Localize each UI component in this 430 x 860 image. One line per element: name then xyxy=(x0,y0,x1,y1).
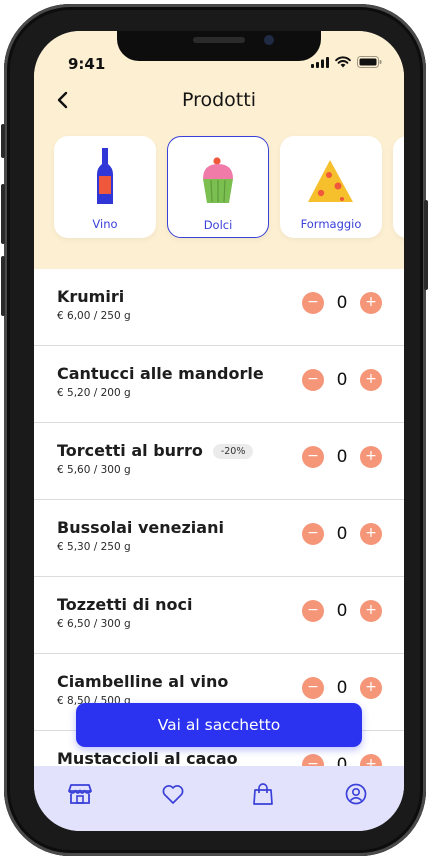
profile-icon xyxy=(345,783,367,805)
quantity-stepper: − 0 + xyxy=(302,446,384,470)
product-price: € 5,20 / 200 g xyxy=(57,387,131,399)
quantity-value: 0 xyxy=(336,293,348,313)
product-name: Bussolai veneziani xyxy=(57,518,224,537)
category-card-dolci[interactable]: Dolci xyxy=(167,136,269,238)
quantity-stepper: − 0 + xyxy=(302,523,384,547)
signal-icon xyxy=(311,56,329,68)
increase-button[interactable]: + xyxy=(360,292,382,314)
product-name: Ciambelline al vino xyxy=(57,672,229,691)
increase-button[interactable]: + xyxy=(360,600,382,622)
product-price: € 6,00 / 250 g xyxy=(57,310,131,322)
product-price: € 5,60 / 300 g xyxy=(57,464,131,476)
tab-profile[interactable] xyxy=(342,780,370,808)
quantity-stepper: − 0 + xyxy=(302,677,384,701)
volume-down-button xyxy=(1,256,5,316)
product-name: Krumiri xyxy=(57,287,125,306)
increase-button[interactable]: + xyxy=(360,523,382,545)
quantity-value: 0 xyxy=(336,370,348,390)
tab-shop[interactable] xyxy=(66,780,94,808)
product-name: Torcetti al burro xyxy=(57,441,203,460)
category-label: Dolci xyxy=(203,218,233,232)
page-title: Prodotti xyxy=(181,89,256,111)
quantity-value: 0 xyxy=(336,601,348,621)
go-to-bag-button[interactable]: Vai al sacchetto xyxy=(76,703,362,747)
shopping-bag-icon xyxy=(253,783,273,805)
product-price: € 6,50 / 300 g xyxy=(57,618,131,630)
power-button xyxy=(424,200,428,290)
decrease-button[interactable]: − xyxy=(302,446,324,468)
decrease-button[interactable]: − xyxy=(302,523,324,545)
volume-up-button xyxy=(1,184,5,244)
screen: 9:41 Prodotti Vino Dolci Formaggio Krumi… xyxy=(34,31,404,831)
category-label: Vino xyxy=(92,217,118,231)
quantity-value: 0 xyxy=(336,524,348,544)
increase-button[interactable]: + xyxy=(360,369,382,391)
tab-bag[interactable] xyxy=(249,780,277,808)
quantity-stepper: − 0 + xyxy=(302,292,384,316)
increase-button[interactable]: + xyxy=(360,446,382,468)
cupcake-icon xyxy=(168,149,268,207)
quantity-value: 0 xyxy=(336,447,348,467)
category-card-formaggio[interactable]: Formaggio xyxy=(280,136,382,238)
cheese-icon xyxy=(280,148,382,206)
decrease-button[interactable]: − xyxy=(302,600,324,622)
speaker xyxy=(193,37,245,43)
notch xyxy=(117,31,321,61)
shop-icon xyxy=(68,784,92,804)
decrease-button[interactable]: − xyxy=(302,369,324,391)
product-row: Cantucci alle mandorle € 5,20 / 200 g − … xyxy=(34,346,404,423)
increase-button[interactable]: + xyxy=(360,677,382,699)
discount-badge: -20% xyxy=(212,444,254,459)
quantity-stepper: − 0 + xyxy=(302,369,384,393)
heart-icon xyxy=(162,785,184,804)
phone-frame: 9:41 Prodotti Vino Dolci Formaggio Krumi… xyxy=(1,4,428,856)
category-card-partial[interactable] xyxy=(393,136,404,238)
product-row: Krumiri € 6,00 / 250 g − 0 + xyxy=(34,269,404,346)
tab-favorites[interactable] xyxy=(159,780,187,808)
wifi-icon xyxy=(335,56,351,68)
product-price: € 5,30 / 250 g xyxy=(57,541,131,553)
battery-icon xyxy=(357,56,382,68)
product-row: Tozzetti di noci € 6,50 / 300 g − 0 + xyxy=(34,577,404,654)
quantity-stepper: − 0 + xyxy=(302,600,384,624)
product-name-with-badge: Torcetti al burro -20% xyxy=(57,441,254,460)
category-card-vino[interactable]: Vino xyxy=(54,136,156,238)
tab-bar xyxy=(34,766,404,831)
front-camera xyxy=(264,35,274,45)
status-time: 9:41 xyxy=(68,55,106,73)
product-name: Tozzetti di noci xyxy=(57,595,193,614)
product-row: Bussolai veneziani € 5,30 / 250 g − 0 + xyxy=(34,500,404,577)
mute-switch xyxy=(1,124,5,158)
decrease-button[interactable]: − xyxy=(302,677,324,699)
decrease-button[interactable]: − xyxy=(302,292,324,314)
wine-bottle-icon xyxy=(54,148,156,206)
status-icons xyxy=(311,56,382,68)
product-name: Cantucci alle mandorle xyxy=(57,364,264,383)
category-label: Formaggio xyxy=(300,217,362,231)
quantity-value: 0 xyxy=(336,678,348,698)
category-carousel[interactable]: Vino Dolci Formaggio xyxy=(54,136,404,240)
product-row: Torcetti al burro -20% € 5,60 / 300 g − 0… xyxy=(34,423,404,500)
